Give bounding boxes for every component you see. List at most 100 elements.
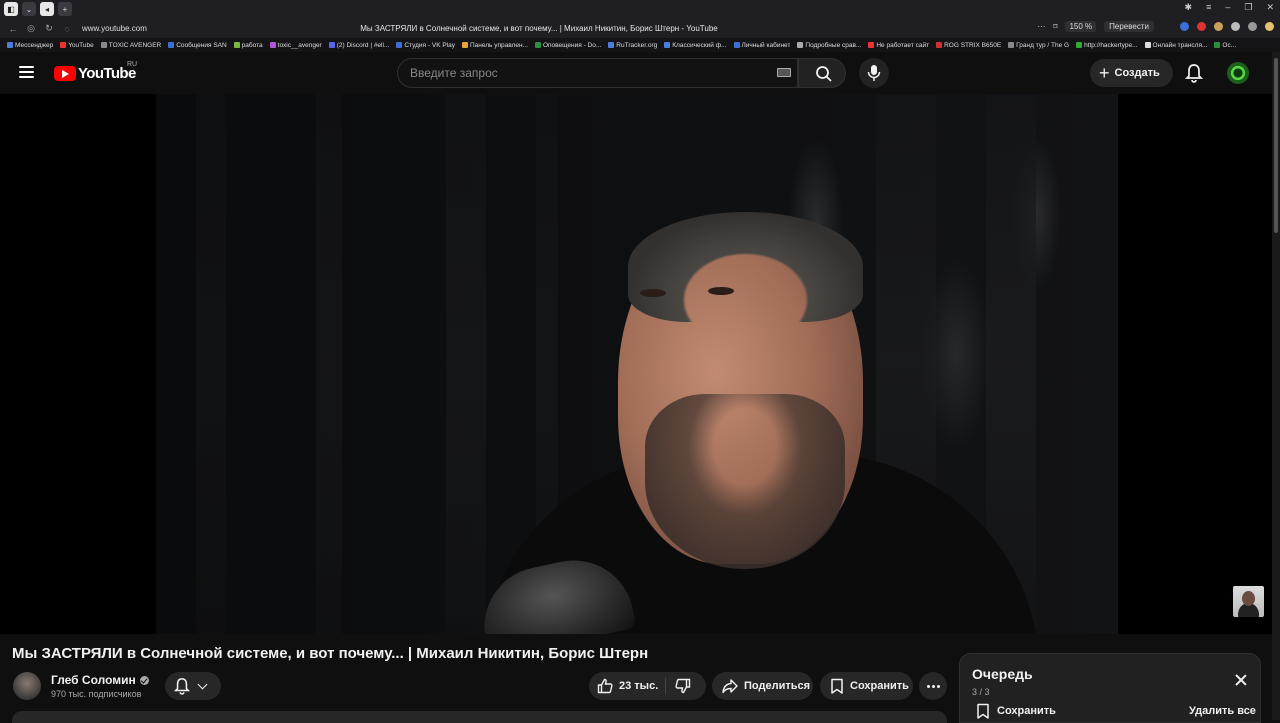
speaker-beard (645, 394, 845, 569)
extension-icon[interactable] (1214, 22, 1223, 31)
extension-icon[interactable] (1248, 22, 1257, 31)
zoom-indicator[interactable]: 150 % (1065, 21, 1097, 32)
bookmark-label: Оповещения - Do... (542, 41, 602, 49)
bookmark-label: Подробные срав... (805, 41, 862, 49)
speaker-hair (628, 212, 863, 322)
description-box[interactable] (12, 711, 947, 723)
more-icon[interactable]: ··· (1037, 22, 1045, 31)
bookmark-item[interactable]: http://hackertype... (1076, 42, 1138, 49)
queue-save-button[interactable]: Сохранить (976, 703, 1056, 719)
bookmark-item[interactable]: Классический ф... (664, 42, 727, 49)
bookmark-label: Мессенджер (15, 41, 54, 49)
bookmark-item[interactable]: Панель управлен... (461, 42, 528, 49)
bookmark-favicon-icon (664, 42, 671, 48)
browser-menu-icon[interactable]: ≡ (1206, 2, 1211, 13)
bookmark-item[interactable]: (2) Discord | #ell... (328, 41, 390, 49)
bookmark-item[interactable]: YouTube (60, 42, 94, 49)
voice-search-button[interactable] (859, 58, 889, 88)
bookmark-label: (2) Discord | #ell... (336, 41, 390, 49)
share-button[interactable]: Поделиться (712, 672, 813, 700)
dislike-button[interactable] (675, 678, 691, 699)
extension-icon[interactable] (1197, 22, 1206, 31)
bookmark-favicon-icon (1214, 42, 1221, 48)
bookmark-item[interactable]: работа (233, 42, 263, 49)
notifications-button[interactable] (1184, 63, 1204, 88)
channel-name-text: Глеб Соломин (51, 673, 136, 687)
tab-list-icon[interactable]: ⌄ (22, 2, 36, 16)
profile-icon[interactable] (1265, 22, 1274, 31)
save-label: Сохранить (850, 680, 909, 692)
bookmark-label: Ос... (1222, 41, 1237, 49)
bookmark-item[interactable]: Студия - VK Play (396, 42, 455, 49)
pin-icon[interactable]: ✱ (1185, 2, 1193, 13)
create-label: Создать (1114, 67, 1160, 79)
bookmark-item[interactable]: Ос... (1214, 42, 1236, 49)
bookmark-item[interactable]: ROG STRIX B650E (936, 42, 1001, 49)
close-window-icon[interactable]: ✕ (1266, 2, 1274, 13)
bookmark-item[interactable]: Личный кабинет (733, 42, 790, 49)
bell-icon (1184, 64, 1204, 83)
bookmark-favicon-icon (233, 42, 240, 48)
channel-watermark[interactable] (1233, 586, 1264, 617)
share-icon (722, 679, 738, 694)
queue-panel: Очередь 3 / 3 Сохранить Удалить все (959, 653, 1261, 723)
save-button[interactable]: Сохранить (820, 672, 913, 700)
more-actions-button[interactable] (919, 672, 947, 700)
bookmark-icon[interactable]: ⌑ (1053, 22, 1057, 31)
keyboard-icon[interactable] (777, 68, 791, 77)
search-input[interactable] (410, 59, 770, 87)
extension-icon[interactable] (1231, 22, 1240, 31)
active-tab[interactable]: ◂ (40, 2, 54, 16)
bookmark-item[interactable]: TOXIC AVENGER (100, 42, 161, 49)
search-button[interactable] (798, 58, 846, 88)
bookmark-item[interactable]: Мессенджер (7, 42, 53, 49)
like-button[interactable]: 23 тыс. (595, 672, 658, 700)
sidebar-toggle-icon[interactable]: ◧ (4, 2, 18, 16)
divider (665, 678, 666, 694)
bookmark-label: Гранд тур / The G (1016, 41, 1070, 49)
bookmark-favicon-icon (269, 42, 276, 48)
subscription-bell-button[interactable] (165, 672, 221, 700)
bookmark-favicon-icon (733, 42, 740, 48)
translate-button[interactable]: Перевести (1104, 21, 1154, 32)
window-controls: ✱ ≡ – ❐ ✕ (1185, 2, 1274, 13)
menu-icon[interactable] (19, 66, 34, 78)
video-player[interactable] (0, 94, 1272, 634)
plus-icon: + (1099, 63, 1110, 83)
bookmark-item[interactable]: Оповещения - Do... (534, 41, 602, 49)
youtube-play-icon (54, 66, 76, 81)
bookmark-label: ROG STRIX B650E (944, 41, 1002, 49)
minimize-icon[interactable]: – (1225, 2, 1230, 13)
new-tab-icon[interactable]: + (58, 2, 72, 16)
browser-chrome: ◧ ⌄ ◂ + ✱ ≡ – ❐ ✕ ← ◎ ↻ ◌ www.youtube.co… (0, 0, 1280, 38)
extension-icon[interactable] (1180, 22, 1189, 31)
microphone-icon (867, 65, 881, 81)
restore-icon[interactable]: ❐ (1244, 2, 1252, 13)
scrollbar-thumb[interactable] (1274, 58, 1278, 233)
bookmark-item[interactable]: Подробные срав... (797, 42, 861, 49)
youtube-logo[interactable]: YouTube (54, 65, 136, 82)
bookmark-label: Сообщения SAN (176, 41, 227, 49)
queue-title: Очередь (972, 666, 1033, 682)
channel-avatar[interactable] (13, 672, 41, 700)
bookmark-item[interactable]: RuTracker.org (608, 42, 657, 49)
subscriber-count: 970 тыс. подписчиков (51, 689, 142, 699)
thumbs-up-icon (597, 678, 613, 694)
close-icon[interactable] (1235, 674, 1247, 686)
bookmark-item[interactable]: Не работает сайт (868, 42, 929, 49)
bookmark-favicon-icon (461, 42, 468, 48)
bookmark-item[interactable]: toxic__avenger (269, 42, 322, 49)
create-button[interactable]: + Создать (1090, 59, 1173, 87)
bookmark-favicon-icon (1144, 42, 1151, 48)
channel-name[interactable]: Глеб Соломин (51, 673, 149, 687)
bookmark-item[interactable]: Сообщения SAN (168, 41, 227, 49)
bookmark-favicon-icon (168, 42, 175, 48)
bookmark-save-icon (977, 703, 989, 719)
queue-save-label: Сохранить (997, 705, 1056, 717)
bookmark-favicon-icon (1076, 42, 1083, 48)
bookmark-item[interactable]: Гранд тур / The G (1008, 42, 1069, 49)
account-avatar[interactable] (1227, 62, 1249, 84)
bookmarks-bar: Мессенджер YouTube TOXIC AVENGER Сообщения … (0, 38, 1280, 52)
bookmark-item[interactable]: Онлайн трансля... (1144, 42, 1207, 49)
clear-queue-button[interactable]: Удалить все (1189, 705, 1256, 717)
